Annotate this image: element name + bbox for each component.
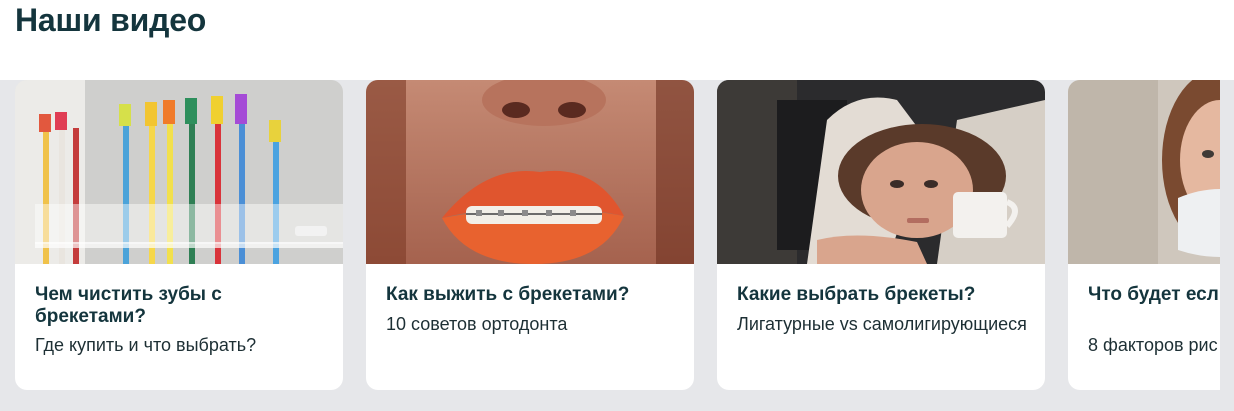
- video-card[interactable]: Какие выбрать брекеты? Лигатурные vs сам…: [717, 80, 1045, 390]
- video-card[interactable]: Как выжить с брекетами? 10 советов ортод…: [366, 80, 694, 390]
- tired-woman-photo[interactable]: [717, 80, 1045, 264]
- section-title: Наши видео: [15, 2, 207, 38]
- video-card-title[interactable]: Какие выбрать брекеты?: [737, 284, 1027, 306]
- video-card-subtitle: Лигатурные vs самолигирующиеся: [737, 314, 1027, 334]
- video-card-title[interactable]: Что будет если брекеты?: [1088, 284, 1220, 306]
- video-card-title[interactable]: Чем чистить зубы с брекетами?: [35, 284, 325, 328]
- video-card-subtitle: Где купить и что выбрать?: [35, 335, 257, 355]
- toothbrushes-photo[interactable]: [15, 80, 343, 264]
- video-card-subtitle: 10 советов ортодонта: [386, 314, 568, 334]
- video-card-subtitle: 8 факторов рис: [1088, 335, 1218, 355]
- video-card[interactable]: Чем чистить зубы с брекетами? Где купить…: [15, 80, 343, 390]
- video-card[interactable]: Что будет если брекеты? 8 факторов рис: [1068, 80, 1220, 390]
- video-card-title[interactable]: Как выжить с брекетами?: [386, 284, 676, 306]
- lips-with-braces-photo[interactable]: [366, 80, 694, 264]
- video-carousel[interactable]: Чем чистить зубы с брекетами? Где купить…: [0, 80, 1220, 411]
- woman-in-mask-photo[interactable]: [1068, 80, 1220, 264]
